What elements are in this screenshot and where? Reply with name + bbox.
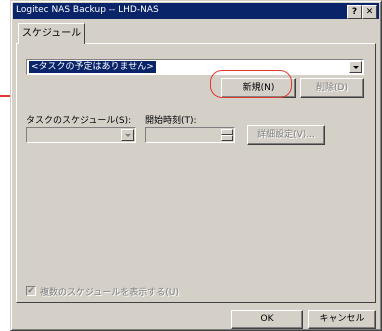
chevron-down-icon[interactable] bbox=[349, 61, 362, 73]
start-time-label: 開始時刻(T): bbox=[145, 116, 197, 126]
delete-button[interactable]: 削除(D) bbox=[300, 78, 364, 98]
tab-schedule[interactable]: スケジュール bbox=[18, 23, 85, 44]
ok-button[interactable]: OK bbox=[231, 310, 303, 329]
close-button[interactable]: ✕ bbox=[362, 5, 377, 19]
chevron-down-icon[interactable] bbox=[121, 129, 134, 141]
time-spinner[interactable] bbox=[221, 129, 233, 141]
schedule-panel: <タスクの予定はありません> 新規(N) 削除(D) タスクのスケジュール(S)… bbox=[16, 43, 376, 303]
dialog-window: Logitec NAS Backup -- LHD-NAS ? ✕ スケジュール… bbox=[10, 0, 382, 331]
multiple-schedules-checkbox[interactable]: ✔ bbox=[26, 286, 36, 296]
callout-highlight-ring bbox=[210, 70, 292, 98]
advanced-settings-button[interactable]: 詳細設定(V)... bbox=[247, 125, 325, 145]
start-time-field[interactable] bbox=[145, 127, 235, 143]
multiple-schedules-label: 複数のスケジュールを表示する(U) bbox=[40, 288, 179, 298]
window-title: Logitec NAS Backup -- LHD-NAS bbox=[16, 5, 159, 15]
schedule-type-select[interactable] bbox=[26, 127, 136, 143]
schedule-label: タスクのスケジュール(S): bbox=[26, 116, 132, 126]
title-bar[interactable]: Logitec NAS Backup -- LHD-NAS ? ✕ bbox=[13, 3, 379, 19]
task-select-value: <タスクの予定はありません> bbox=[29, 61, 156, 73]
help-button[interactable]: ? bbox=[347, 5, 362, 19]
task-select[interactable]: <タスクの予定はありません> bbox=[26, 59, 364, 75]
cancel-button[interactable]: キャンセル bbox=[308, 310, 376, 329]
